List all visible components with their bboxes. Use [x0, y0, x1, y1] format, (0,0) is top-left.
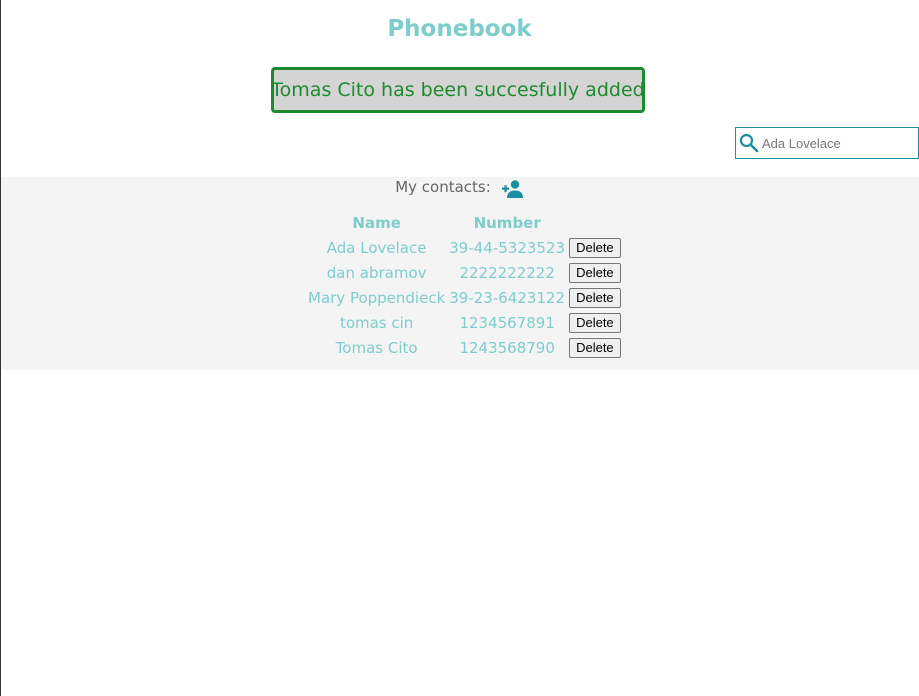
- search-input[interactable]: [762, 135, 912, 151]
- table-header-row: Name Number: [306, 211, 623, 235]
- success-notification: Tomas Cito has been succesfully added: [271, 67, 645, 113]
- contact-number: 1234567891: [459, 313, 555, 332]
- table-row: Ada Lovelace 39-44-5323523 Delete: [306, 235, 623, 260]
- column-header-name: Name: [352, 214, 401, 232]
- table-row: tomas cin 1234567891 Delete: [306, 310, 623, 335]
- contact-number: 1243568790: [459, 338, 555, 357]
- notification-message: Tomas Cito has been succesfully added: [271, 79, 645, 101]
- contact-number: 39-44-5323523: [449, 238, 566, 257]
- search-icon: [738, 132, 760, 154]
- table-row: dan abramov 2222222222 Delete: [306, 260, 623, 285]
- contact-number: 2222222222: [459, 263, 555, 282]
- contact-name: Ada Lovelace: [326, 238, 427, 257]
- contacts-header: My contacts:: [1, 177, 919, 201]
- delete-button[interactable]: Delete: [569, 287, 621, 308]
- contact-name: tomas cin: [339, 313, 414, 332]
- contact-name: Mary Poppendieck: [308, 288, 446, 307]
- contact-number: 39-23-6423122: [449, 288, 566, 307]
- column-header-number: Number: [473, 214, 541, 232]
- delete-cell: Delete: [567, 260, 623, 285]
- add-person-icon[interactable]: [501, 178, 525, 200]
- contact-name: Tomas Cito: [335, 338, 418, 357]
- delete-cell: Delete: [567, 310, 623, 335]
- page-title: Phonebook: [387, 16, 532, 42]
- delete-button[interactable]: Delete: [569, 237, 621, 258]
- delete-cell: Delete: [567, 285, 623, 310]
- delete-button[interactable]: Delete: [569, 337, 621, 358]
- column-header-action: [567, 211, 623, 235]
- delete-button[interactable]: Delete: [569, 262, 621, 283]
- contact-name: dan abramov: [326, 263, 427, 282]
- delete-button[interactable]: Delete: [569, 312, 621, 333]
- table-row: Mary Poppendieck 39-23-6423122 Delete: [306, 285, 623, 310]
- delete-cell: Delete: [567, 235, 623, 260]
- contacts-table: Name Number Ada Lovelace 39-44-5323523 D…: [306, 211, 623, 360]
- delete-cell: Delete: [567, 335, 623, 360]
- contacts-panel: My contacts: Name Number Ada Lovelace 39…: [1, 177, 919, 370]
- search-box[interactable]: [735, 127, 919, 159]
- contacts-label: My contacts:: [395, 178, 491, 196]
- table-row: Tomas Cito 1243568790 Delete: [306, 335, 623, 360]
